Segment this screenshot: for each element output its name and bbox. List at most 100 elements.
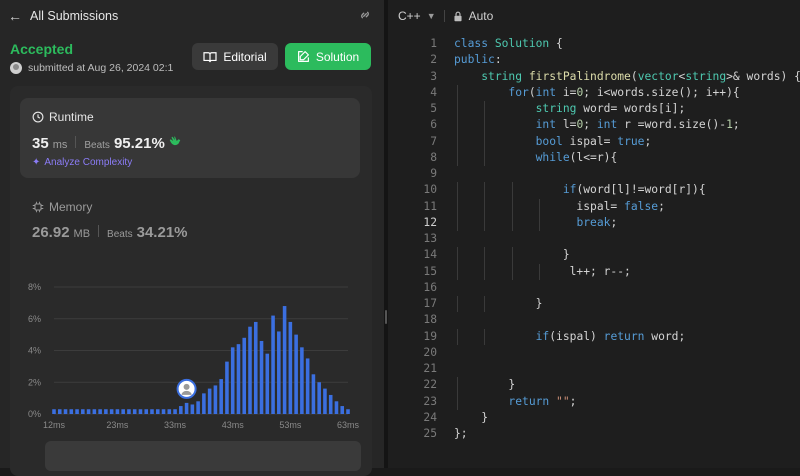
code-line[interactable]: 11 ispal= false; — [388, 198, 800, 215]
code-line[interactable]: 19 if(ispal) return word; — [388, 328, 800, 345]
runtime-bar[interactable] — [81, 409, 85, 414]
runtime-card[interactable]: Runtime 35 ms Beats 95.21% ✦ Analyze Com… — [20, 98, 360, 178]
memory-value-row[interactable]: 26.92 MB Beats 34.21% — [32, 224, 188, 241]
code-line[interactable]: 8 while(l<=r){ — [388, 149, 800, 166]
runtime-bar[interactable] — [69, 409, 74, 414]
runtime-bar[interactable] — [300, 347, 304, 414]
chart-range-navigator[interactable] — [45, 441, 361, 471]
runtime-bar[interactable] — [115, 409, 120, 414]
code-line[interactable]: 22 } — [388, 377, 800, 394]
code-line[interactable]: 15 l++; r--; — [388, 263, 800, 280]
runtime-bar[interactable] — [52, 409, 56, 414]
runtime-bar[interactable] — [98, 409, 102, 414]
code-line[interactable]: 2 public: — [388, 52, 800, 68]
code-line[interactable]: 25}; — [388, 426, 800, 442]
back-arrow-icon[interactable]: ← — [8, 8, 22, 24]
runtime-bar[interactable] — [167, 409, 172, 414]
runtime-unit: ms — [52, 139, 68, 151]
runtime-bar[interactable] — [230, 347, 235, 414]
runtime-bar[interactable] — [334, 401, 339, 414]
runtime-bar[interactable] — [248, 326, 252, 414]
y-tick-label: 4% — [28, 346, 41, 356]
line-number: 11 — [423, 199, 437, 213]
y-tick-label: 8% — [28, 282, 41, 292]
runtime-bar[interactable] — [92, 409, 97, 414]
code-line[interactable]: 10 if(word[l]!=word[r]){ — [388, 182, 800, 199]
runtime-bar[interactable] — [271, 315, 275, 414]
runtime-bar[interactable] — [202, 393, 206, 414]
runtime-bar[interactable] — [219, 379, 223, 414]
code-line[interactable]: 1 class Solution { — [388, 36, 800, 52]
code-line[interactable]: 20 — [388, 345, 800, 361]
analyze-complexity-link[interactable]: ✦ Analyze Complexity — [32, 157, 132, 168]
runtime-bar[interactable] — [57, 409, 62, 414]
code-line[interactable]: 14 } — [388, 247, 800, 264]
runtime-bar[interactable] — [225, 361, 229, 414]
chevron-down-icon[interactable]: ▼ — [427, 11, 436, 21]
code-line[interactable]: 17 } — [388, 296, 800, 313]
runtime-bar[interactable] — [138, 409, 143, 414]
code-line[interactable]: 12 break; — [388, 214, 800, 231]
runtime-bar[interactable] — [179, 406, 183, 414]
runtime-bar[interactable] — [253, 321, 258, 414]
runtime-bar[interactable] — [340, 406, 345, 414]
solution-button[interactable]: Solution — [285, 43, 371, 70]
runtime-bar[interactable] — [288, 321, 293, 414]
runtime-bar[interactable] — [346, 409, 350, 414]
runtime-bar[interactable] — [184, 402, 189, 414]
runtime-bar[interactable] — [236, 344, 241, 414]
avatar[interactable] — [10, 62, 22, 74]
runtime-bar[interactable] — [277, 331, 281, 414]
runtime-bar[interactable] — [311, 374, 316, 414]
code-line[interactable]: 7 bool ispal= true; — [388, 133, 800, 150]
code-line[interactable]: 9 — [388, 166, 800, 182]
runtime-bar[interactable] — [144, 409, 149, 414]
runtime-bar[interactable] — [282, 306, 287, 414]
runtime-bar[interactable] — [109, 409, 114, 414]
language-selector[interactable]: C++ — [398, 9, 421, 23]
runtime-bar[interactable] — [305, 358, 310, 414]
runtime-bar[interactable] — [86, 409, 91, 414]
runtime-bar[interactable] — [150, 409, 154, 414]
code-line[interactable]: 6 int l=0; int r =word.size()-1; — [388, 117, 800, 134]
runtime-bar[interactable] — [155, 409, 160, 414]
runtime-bar[interactable] — [259, 340, 264, 414]
runtime-bar[interactable] — [104, 409, 108, 414]
runtime-bar[interactable] — [173, 409, 177, 414]
runtime-bar[interactable] — [127, 409, 131, 414]
runtime-bar[interactable] — [265, 353, 270, 414]
resize-handle[interactable] — [385, 310, 387, 324]
runtime-bar[interactable] — [317, 382, 321, 414]
code-line[interactable]: 3 string firstPalindrome(vector<string>&… — [388, 69, 800, 85]
runtime-bar[interactable] — [294, 334, 298, 414]
runtime-bar[interactable] — [132, 409, 137, 414]
runtime-bar[interactable] — [328, 394, 333, 414]
runtime-bar[interactable] — [121, 409, 125, 414]
code-line[interactable]: 4 for(int i=0; i<words.size(); i++){ — [388, 84, 800, 101]
runtime-bar[interactable] — [207, 388, 212, 414]
code-line[interactable]: 13 — [388, 231, 800, 247]
code-line[interactable]: 16 — [388, 280, 800, 296]
editorial-button[interactable]: Editorial — [192, 43, 278, 70]
code-line[interactable]: 18 — [388, 312, 800, 328]
all-submissions-link[interactable]: All Submissions — [30, 9, 118, 23]
runtime-distribution-chart[interactable]: 8% 6% 4% 2% 0%12ms 23ms 33ms 43ms 53ms 63ms — [20, 278, 360, 433]
runtime-bar[interactable] — [323, 388, 327, 414]
runtime-bar[interactable] — [161, 409, 166, 414]
runtime-bar[interactable] — [75, 409, 79, 414]
code-line[interactable]: 5 string word= words[i]; — [388, 101, 800, 118]
line-number: 16 — [423, 280, 437, 294]
code-line[interactable]: 21 — [388, 361, 800, 377]
runtime-bar[interactable] — [190, 404, 195, 414]
memory-title[interactable]: Memory — [32, 200, 92, 214]
code-line[interactable]: 23 return ""; — [388, 393, 800, 410]
link-icon[interactable] — [358, 8, 372, 25]
code-line[interactable]: 24 } — [388, 410, 800, 426]
runtime-bar[interactable] — [63, 409, 68, 414]
runtime-bar[interactable] — [242, 337, 247, 414]
code-area[interactable]: 1 class Solution {2 public: 3 string firstP… — [388, 36, 800, 442]
runtime-bar[interactable] — [196, 401, 200, 414]
code-text: } — [454, 378, 516, 392]
indent-guide — [484, 117, 486, 134]
runtime-bar[interactable] — [213, 385, 218, 414]
